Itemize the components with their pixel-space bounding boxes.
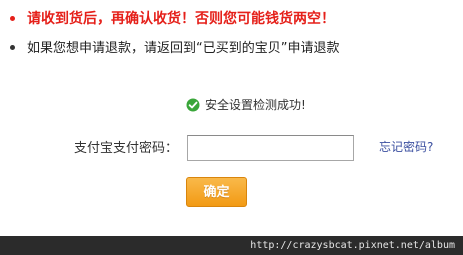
refund-notice: 如果您想申请退款，请返回到“已买到的宝贝”申请退款 (10, 38, 339, 60)
status-message: 安全设置检测成功! (205, 98, 306, 112)
bullet-icon (10, 45, 15, 50)
security-status: 安全设置检测成功! (186, 96, 306, 114)
warning-notice: 请收到货后，再确认收货！否则您可能钱货两空！ (10, 8, 335, 30)
confirm-button[interactable]: 确定 (186, 177, 247, 207)
check-circle-icon (186, 98, 200, 112)
warning-text: 请收到货后，再确认收货！否则您可能钱货两空！ (27, 11, 335, 27)
bullet-icon (10, 15, 15, 21)
watermark-text: http://crazysbcat.pixnet.net/album (250, 240, 455, 251)
password-input[interactable] (187, 135, 354, 161)
refund-text: 如果您想申请退款，请返回到“已买到的宝贝”申请退款 (27, 41, 340, 56)
password-label: 支付宝支付密码： (74, 141, 179, 156)
forgot-password-link[interactable]: 忘记密码? (379, 139, 433, 155)
watermark-bar: http://crazysbcat.pixnet.net/album (0, 236, 463, 255)
